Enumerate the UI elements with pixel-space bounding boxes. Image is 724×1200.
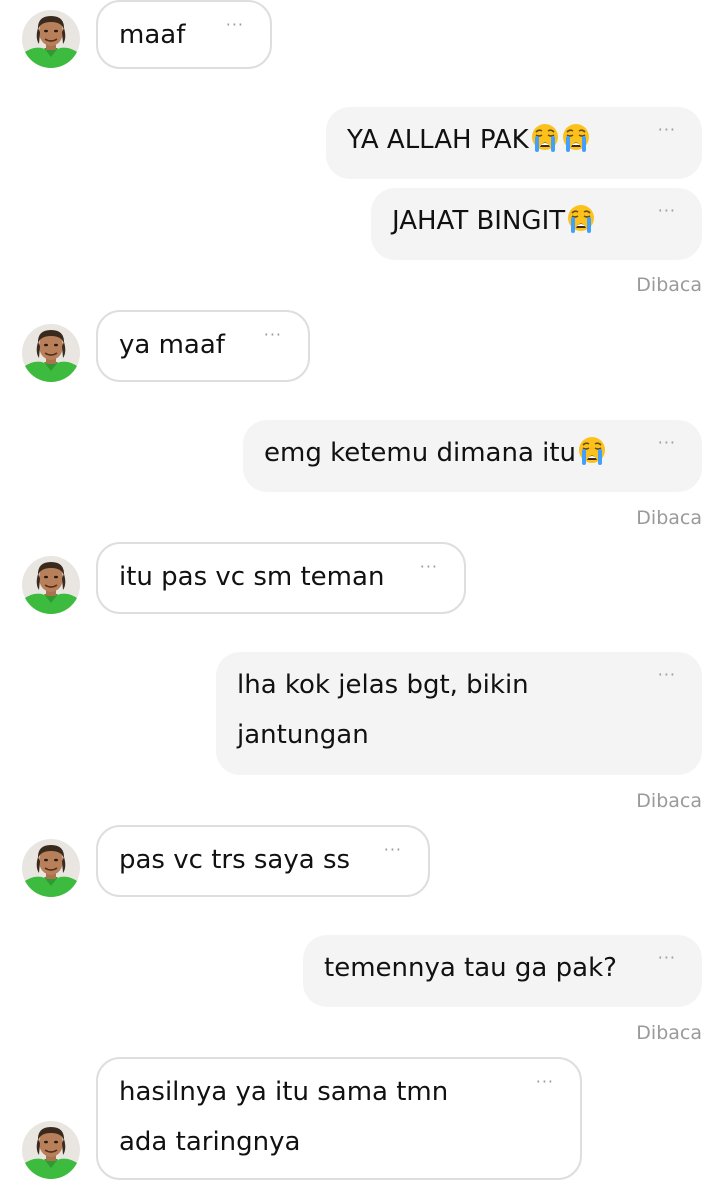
contact-avatar[interactable] <box>22 839 80 897</box>
more-dots-icon[interactable]: ··· <box>226 17 244 33</box>
message-text: ya maaf <box>119 330 225 360</box>
message-text-line: lha kok jelas bgt, bikin <box>237 670 529 700</box>
message-text: temennya tau ga pak? <box>324 953 617 983</box>
message-bubble-outgoing[interactable]: temennya tau ga pak? ··· <box>303 935 702 1007</box>
more-dots-icon[interactable]: ··· <box>658 667 676 683</box>
message-bubble-incoming[interactable]: maaf ··· <box>96 0 272 69</box>
message-text: pas vc trs saya ss <box>119 845 351 875</box>
message-text: maaf <box>119 20 186 50</box>
more-dots-icon[interactable]: ··· <box>658 122 676 138</box>
more-dots-icon[interactable]: ··· <box>420 559 438 575</box>
crying-face-emoji <box>560 123 591 155</box>
message-bubble-outgoing[interactable]: lha kok jelas bgt, bikin jantungan ··· <box>216 652 702 775</box>
more-dots-icon[interactable]: ··· <box>536 1074 554 1090</box>
message-bubble-outgoing[interactable]: YA ALLAH PAK ··· <box>326 107 702 179</box>
read-receipt: Dibaca <box>636 274 702 296</box>
message-bubble-incoming[interactable]: hasilnya ya itu sama tmn ada taringnya ·… <box>96 1057 582 1180</box>
message-bubble-incoming[interactable]: ya maaf ··· <box>96 310 310 382</box>
more-dots-icon[interactable]: ··· <box>384 842 402 858</box>
contact-avatar[interactable] <box>22 10 80 68</box>
read-receipt: Dibaca <box>636 1022 702 1044</box>
contact-avatar[interactable] <box>22 556 80 614</box>
crying-face-emoji <box>576 436 607 468</box>
message-text-line: jantungan <box>237 720 369 750</box>
message-text: JAHAT BINGIT <box>392 206 566 236</box>
message-bubble-incoming[interactable]: pas vc trs saya ss ··· <box>96 825 430 897</box>
message-bubble-outgoing[interactable]: emg ketemu dimana itu ··· <box>243 420 702 492</box>
read-receipt: Dibaca <box>636 507 702 529</box>
message-text: YA ALLAH PAK <box>347 125 529 155</box>
message-text: emg ketemu dimana itu <box>264 438 577 468</box>
more-dots-icon[interactable]: ··· <box>264 327 282 343</box>
crying-face-emoji <box>529 123 560 155</box>
more-dots-icon[interactable]: ··· <box>658 203 676 219</box>
more-dots-icon[interactable]: ··· <box>658 435 676 451</box>
crying-face-emoji <box>565 204 596 236</box>
message-text-line: ada taringnya <box>119 1127 301 1157</box>
message-text-line: hasilnya ya itu sama tmn <box>119 1077 449 1107</box>
message-bubble-incoming[interactable]: itu pas vc sm teman ··· <box>96 542 466 614</box>
message-text: itu pas vc sm teman <box>119 562 385 592</box>
message-bubble-outgoing[interactable]: JAHAT BINGIT ··· <box>371 188 702 260</box>
contact-avatar[interactable] <box>22 324 80 382</box>
read-receipt: Dibaca <box>636 790 702 812</box>
contact-avatar[interactable] <box>22 1121 80 1179</box>
more-dots-icon[interactable]: ··· <box>658 950 676 966</box>
